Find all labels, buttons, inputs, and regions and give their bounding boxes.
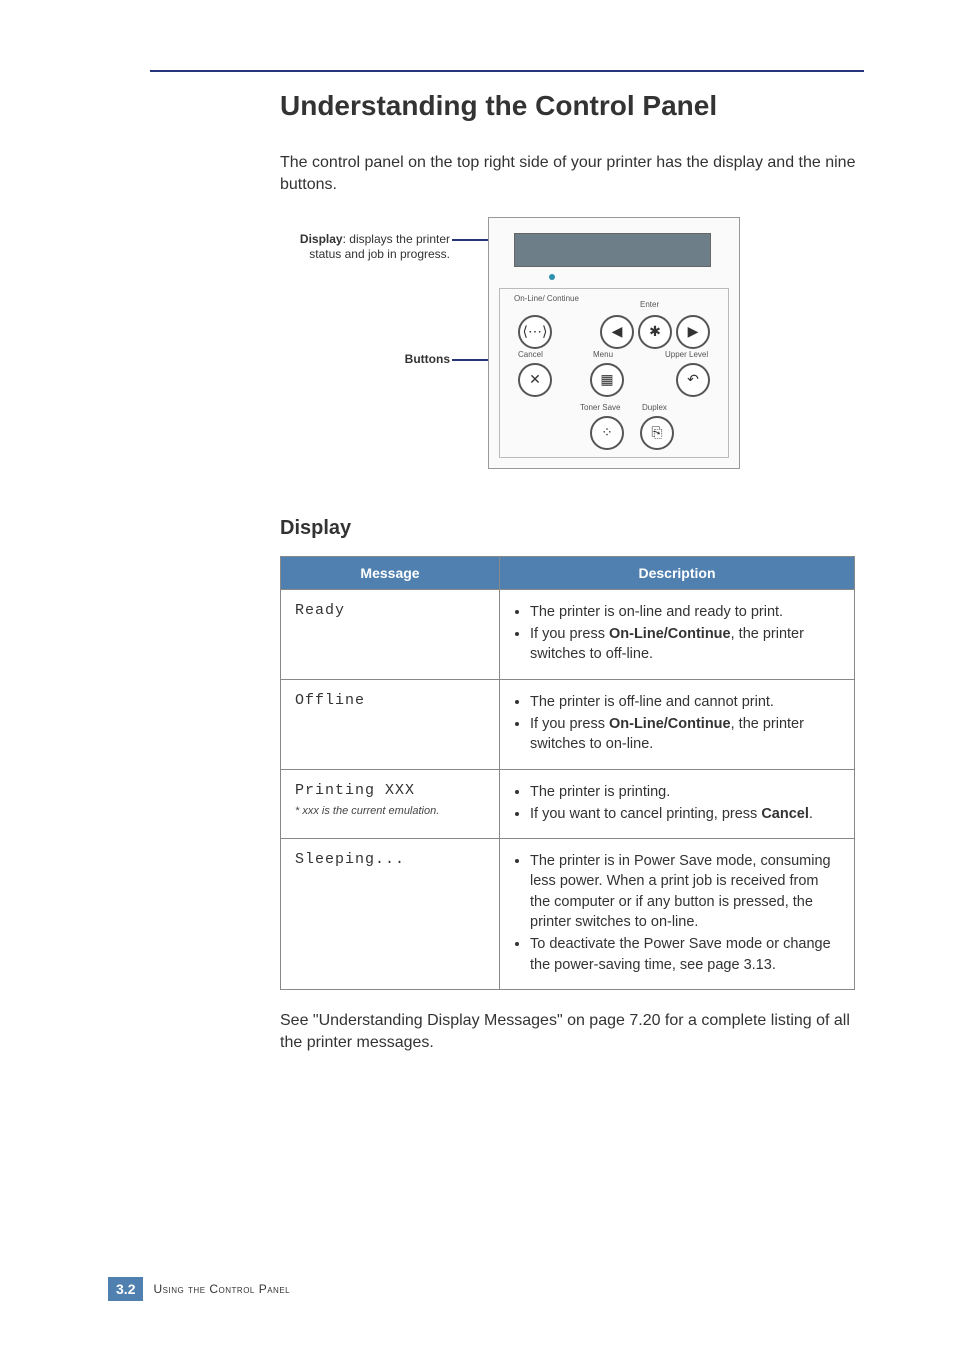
callout-buttons-label: Buttons bbox=[405, 352, 450, 366]
table-row: Sleeping... The printer is in Power Save … bbox=[281, 839, 855, 990]
panel-box: On-Line/ Continue ⟨⋯⟩ ◀ Enter ✱ ▶ Cancel… bbox=[488, 217, 740, 469]
th-message: Message bbox=[281, 556, 500, 589]
intro-paragraph: The control panel on the top right side … bbox=[280, 152, 864, 197]
description-list: The printer is on-line and ready to prin… bbox=[514, 602, 840, 665]
top-rule bbox=[150, 70, 864, 72]
button-group: On-Line/ Continue ⟨⋯⟩ ◀ Enter ✱ ▶ Cancel… bbox=[499, 288, 729, 458]
description-item: If you want to cancel printing, press Ca… bbox=[530, 804, 840, 824]
description-item: To deactivate the Power Save mode or cha… bbox=[530, 934, 840, 975]
nav-right-button[interactable]: ▶ bbox=[676, 315, 710, 349]
table-row: Offline The printer is off-line and canno… bbox=[281, 679, 855, 769]
description-cell: The printer is on-line and ready to prin… bbox=[500, 589, 855, 679]
table-body: Ready The printer is on-line and ready to… bbox=[281, 589, 855, 989]
label-menu: Menu bbox=[593, 351, 613, 359]
upper-level-button[interactable]: ↶ bbox=[676, 363, 710, 397]
message-cell: Printing XXX * xxx is the current emulati… bbox=[281, 769, 500, 839]
page-number: 2 bbox=[128, 1281, 136, 1297]
page-footer: 3.2 Using the Control Panel bbox=[108, 1277, 290, 1301]
label-upper-level: Upper Level bbox=[665, 351, 708, 359]
message-cell: Ready bbox=[281, 589, 500, 679]
display-messages-table: Message Description Ready The printer is … bbox=[280, 556, 855, 990]
description-item: The printer is printing. bbox=[530, 782, 840, 802]
label-cancel: Cancel bbox=[518, 351, 543, 359]
table-row: Ready The printer is on-line and ready to… bbox=[281, 589, 855, 679]
message-cell: Sleeping... bbox=[281, 839, 500, 990]
footer-text: Using the Control Panel bbox=[153, 1282, 290, 1296]
message-text: Sleeping... bbox=[295, 851, 405, 868]
lcd-display bbox=[514, 233, 711, 267]
message-text: Ready bbox=[295, 602, 345, 619]
description-item: If you press On-Line/Continue, the print… bbox=[530, 714, 840, 755]
callout-display: Display: displays the printer status and… bbox=[280, 232, 450, 263]
label-toner-save: Toner Save bbox=[580, 404, 620, 412]
description-list: The printer is in Power Save mode, consu… bbox=[514, 851, 840, 975]
message-text: Offline bbox=[295, 692, 365, 709]
online-continue-button[interactable]: ⟨⋯⟩ bbox=[518, 315, 552, 349]
label-enter: Enter bbox=[640, 301, 659, 309]
th-description: Description bbox=[500, 556, 855, 589]
description-cell: The printer is off-line and cannot print… bbox=[500, 679, 855, 769]
description-cell: The printer is in Power Save mode, consu… bbox=[500, 839, 855, 990]
message-text: Printing XXX bbox=[295, 782, 415, 799]
message-footnote: * xxx is the current emulation. bbox=[295, 805, 485, 817]
description-item: The printer is on-line and ready to prin… bbox=[530, 602, 840, 622]
label-online: On-Line/ Continue bbox=[514, 295, 550, 303]
toner-save-button[interactable]: ⁘ bbox=[590, 416, 624, 450]
table-row: Printing XXX * xxx is the current emulati… bbox=[281, 769, 855, 839]
status-led bbox=[549, 274, 555, 280]
message-cell: Offline bbox=[281, 679, 500, 769]
description-cell: The printer is printing.If you want to c… bbox=[500, 769, 855, 839]
after-table-paragraph: See "Understanding Display Messages" on … bbox=[280, 1010, 864, 1055]
description-list: The printer is printing.If you want to c… bbox=[514, 782, 840, 825]
description-item: If you press On-Line/Continue, the print… bbox=[530, 624, 840, 665]
display-heading: Display bbox=[280, 517, 864, 540]
control-panel-figure: Display: displays the printer status and… bbox=[280, 217, 740, 467]
chapter-number: 3. bbox=[116, 1281, 128, 1297]
page: Understanding the Control Panel The cont… bbox=[0, 0, 954, 1346]
enter-button[interactable]: ✱ bbox=[638, 315, 672, 349]
duplex-button[interactable]: ⎘ bbox=[640, 416, 674, 450]
page-title: Understanding the Control Panel bbox=[280, 90, 864, 122]
nav-left-button[interactable]: ◀ bbox=[600, 315, 634, 349]
cancel-button[interactable]: ✕ bbox=[518, 363, 552, 397]
menu-button[interactable]: ▦ bbox=[590, 363, 624, 397]
callout-buttons: Buttons bbox=[280, 352, 450, 368]
description-item: The printer is in Power Save mode, consu… bbox=[530, 851, 840, 932]
description-list: The printer is off-line and cannot print… bbox=[514, 692, 840, 755]
description-item: The printer is off-line and cannot print… bbox=[530, 692, 840, 712]
label-duplex: Duplex bbox=[642, 404, 667, 412]
page-number-box: 3.2 bbox=[108, 1277, 143, 1301]
callout-display-bold: Display bbox=[300, 232, 343, 246]
